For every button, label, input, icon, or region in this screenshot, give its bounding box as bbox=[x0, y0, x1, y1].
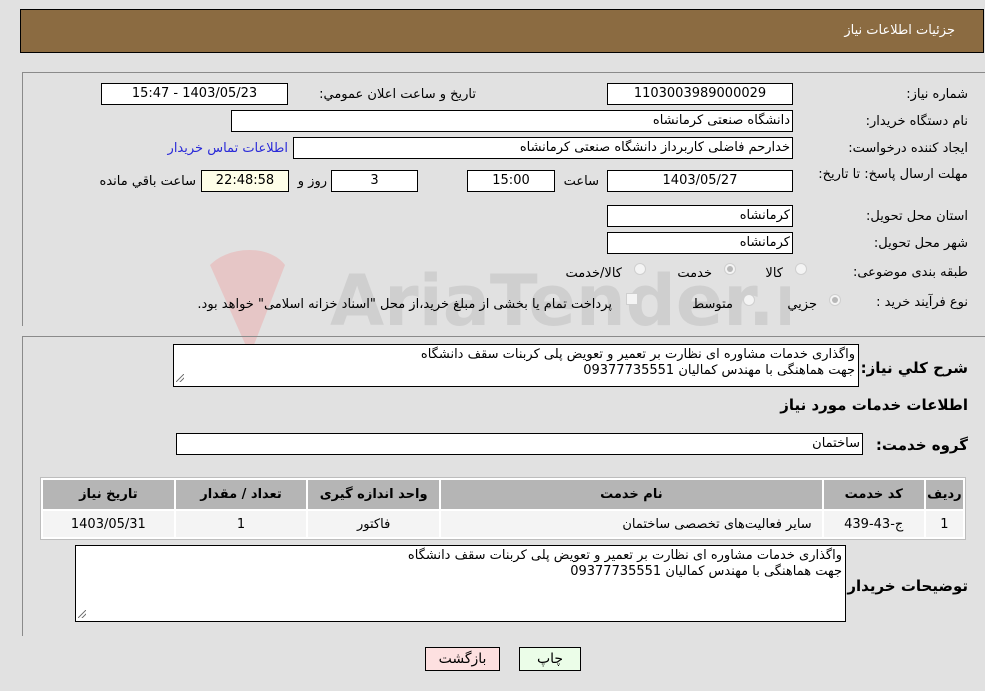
category-option-service: خدمت bbox=[677, 266, 712, 281]
days-label: روز و bbox=[297, 174, 327, 189]
treasury-note: پرداخت تمام یا بخشی از مبلغ خرید،از محل … bbox=[197, 297, 612, 312]
process-option-medium: متوسط bbox=[692, 297, 733, 312]
page-header: جزئیات اطلاعات نیاز bbox=[20, 9, 984, 53]
cell-row-number: 1 bbox=[925, 511, 963, 537]
resize-grip-icon[interactable] bbox=[176, 374, 184, 382]
buyer-notes-textarea[interactable] bbox=[75, 545, 846, 622]
deadline-date-field: 1403/05/27 bbox=[607, 170, 793, 192]
general-desc-label: شرح کلي نياز: bbox=[860, 359, 968, 377]
cell-unit: فاکتور bbox=[308, 511, 439, 537]
category-radio-goods-service[interactable] bbox=[634, 263, 646, 275]
print-button[interactable]: چاپ bbox=[519, 647, 581, 671]
requester-field: خدارحم فاضلی کاربرداز دانشگاه صنعتی کرما… bbox=[293, 137, 793, 159]
announce-datetime-label: تاریخ و ساعت اعلان عمومي: bbox=[319, 87, 476, 102]
resize-grip-icon[interactable] bbox=[78, 610, 86, 618]
service-group-field: ساختمان bbox=[176, 433, 863, 455]
province-label: استان محل تحویل: bbox=[866, 209, 968, 224]
time-remaining-label: ساعت باقي مانده bbox=[99, 174, 196, 189]
time-remaining-field: 22:48:58 bbox=[201, 170, 289, 192]
buyer-contact-link[interactable]: اطلاعات تماس خریدار bbox=[168, 141, 288, 156]
category-option-goods-service: کالا/خدمت bbox=[565, 266, 622, 281]
days-remaining-field: 3 bbox=[331, 170, 418, 192]
treasury-checkbox[interactable] bbox=[626, 293, 638, 305]
buyer-notes-label: توضیحات خریدار: bbox=[841, 577, 968, 595]
services-table: رديف کد خدمت نام خدمت واحد اندازه گیری ت… bbox=[40, 477, 966, 540]
col-header-service-name: نام خدمت bbox=[440, 480, 822, 509]
cell-quantity: 1 bbox=[175, 511, 307, 537]
purchase-process-label: نوع فرآیند خرید : bbox=[876, 295, 968, 310]
buyer-org-label: نام دستگاه خریدار: bbox=[865, 114, 968, 129]
process-option-minor: جزيي bbox=[787, 297, 817, 312]
service-group-label: گروه خدمت: bbox=[875, 436, 968, 454]
table-header-row: رديف کد خدمت نام خدمت واحد اندازه گیری ت… bbox=[43, 480, 963, 509]
need-number-field: 1103003989000029 bbox=[607, 83, 793, 105]
col-header-unit: واحد اندازه گیری bbox=[308, 480, 439, 509]
requester-label: ایجاد کننده درخواست: bbox=[848, 141, 968, 156]
city-label: شهر محل تحویل: bbox=[873, 236, 968, 251]
announce-datetime-field: 1403/05/23 - 15:47 bbox=[101, 83, 288, 105]
services-section-title: اطلاعات خدمات مورد نياز bbox=[780, 396, 968, 414]
col-header-service-code: کد خدمت bbox=[823, 480, 924, 509]
cell-need-date: 1403/05/31 bbox=[43, 511, 174, 537]
city-field: کرمانشاه bbox=[607, 232, 793, 254]
back-button[interactable]: بازگشت bbox=[425, 647, 500, 671]
deadline-label: مهلت ارسال پاسخ: تا تاریخ: bbox=[818, 167, 968, 182]
col-header-need-date: تاریخ نیاز bbox=[43, 480, 174, 509]
category-option-goods: کالا bbox=[765, 266, 783, 281]
buyer-org-field: دانشگاه صنعتی کرمانشاه bbox=[231, 110, 793, 132]
cell-service-code: ج-43-439 bbox=[823, 511, 924, 537]
category-radio-goods[interactable] bbox=[795, 263, 807, 275]
category-radio-service[interactable] bbox=[724, 263, 736, 275]
page-title: جزئیات اطلاعات نیاز bbox=[844, 23, 955, 38]
cell-service-name: سایر فعالیت‌های تخصصی ساختمان bbox=[440, 511, 822, 537]
deadline-time-label: ساعت bbox=[563, 174, 599, 189]
table-row: 1 ج-43-439 سایر فعالیت‌های تخصصی ساختمان… bbox=[43, 511, 963, 537]
col-header-quantity: تعداد / مقدار bbox=[175, 480, 307, 509]
process-radio-minor[interactable] bbox=[829, 294, 841, 306]
general-desc-textarea[interactable] bbox=[173, 344, 859, 387]
process-radio-medium[interactable] bbox=[743, 294, 755, 306]
category-label: طبقه بندی موضوعی: bbox=[852, 265, 968, 280]
province-field: کرمانشاه bbox=[607, 205, 793, 227]
need-number-label: شماره نیاز: bbox=[906, 87, 968, 102]
deadline-time-field: 15:00 bbox=[467, 170, 555, 192]
col-header-row-number: رديف bbox=[925, 480, 963, 509]
